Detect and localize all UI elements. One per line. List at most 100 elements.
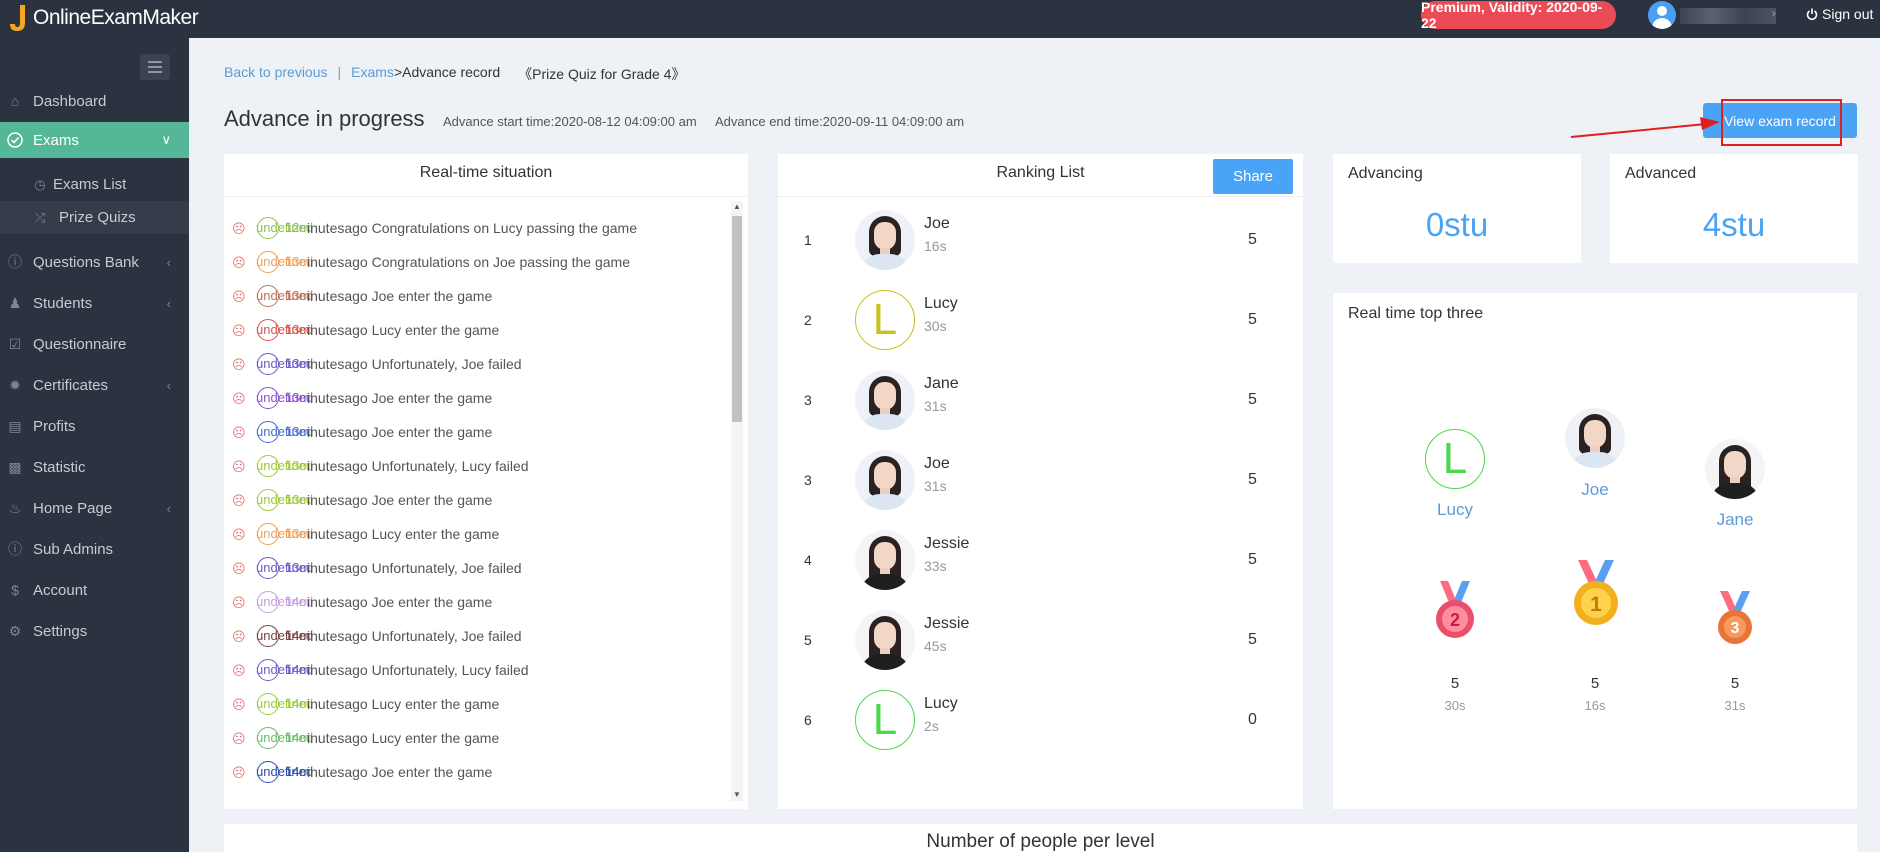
- ranking-row[interactable]: 1 Joe 16s 5: [778, 200, 1303, 280]
- medal-number: 2: [1450, 610, 1460, 630]
- sidebar-item-sub-admins[interactable]: ⓘ Sub Admins: [0, 531, 189, 567]
- log-text: inutesago Lucy enter the game: [307, 322, 500, 338]
- realtime-log-list[interactable]: ☹ undefined 12m inutesago Congratulations o…: [224, 214, 729, 804]
- avatar: [855, 450, 915, 510]
- sidebar-subitem-label: Prize Quizs: [59, 209, 136, 226]
- rank-score: 5: [1248, 311, 1257, 328]
- top-three-third-name: Jane: [1716, 510, 1754, 529]
- sad-face-icon: ☹: [232, 697, 246, 712]
- avatar: L: [855, 690, 915, 750]
- log-text: inutesago Joe enter the game: [307, 390, 493, 406]
- log-row: ☹ undefined 14m inutesago Lucy enter the ga…: [224, 690, 729, 718]
- sidebar-item-label: Statistic: [33, 458, 86, 476]
- rank-position: 3: [804, 472, 812, 488]
- sidebar-item-label: Sub Admins: [33, 540, 114, 558]
- sidebar-item-exams[interactable]: Exams ∨: [0, 122, 189, 158]
- sidebar-subitem-label: Exams List: [53, 176, 127, 193]
- sidebar-item-students[interactable]: ♟ Students ‹: [0, 285, 189, 321]
- sidebar-item-questionnaire[interactable]: ☑ Questionnaire: [0, 326, 189, 362]
- menu-toggle-icon[interactable]: [140, 54, 170, 80]
- advanced-card: Advanced 4stu: [1610, 154, 1858, 263]
- sidebar-item-label: Profits: [33, 417, 76, 435]
- sad-face-icon: ☹: [232, 595, 246, 610]
- sidebar-item-questions-bank[interactable]: ⓘ Questions Bank ‹: [0, 244, 189, 280]
- scroll-up-icon[interactable]: ▲: [733, 202, 741, 211]
- ranking-row[interactable]: 4 Jessie 33s 5: [778, 520, 1303, 600]
- log-row: ☹ undefined 13m inutesago Unfortunately, Jo…: [224, 350, 729, 378]
- sidebar-subitem-prize-quizs[interactable]: ⤮ Prize Quizs: [0, 201, 189, 234]
- chevron-left-icon: ‹: [166, 254, 171, 270]
- sad-face-icon: ☹: [232, 561, 246, 576]
- medal-silver-icon: 2: [1436, 581, 1474, 638]
- rank-name: Lucy: [924, 695, 958, 712]
- sidebar-item-profits[interactable]: ▤ Profits: [0, 408, 189, 444]
- sidebar-item-home-page[interactable]: ♨ Home Page ‹: [0, 490, 189, 526]
- advance-end-time: Advance end time:2020-09-11 04:09:00 am: [715, 114, 965, 129]
- sidebar-subitem-exams-list[interactable]: ◷ Exams List: [0, 168, 189, 201]
- ranking-row[interactable]: 3 Joe 31s 5: [778, 440, 1303, 520]
- sidebar-item-settings[interactable]: ⚙ Settings: [0, 613, 189, 649]
- avatar-first: [1565, 408, 1625, 468]
- avatar: [855, 370, 915, 430]
- log-row: ☹ undefined 13m inutesago Joe enter the gam…: [224, 384, 729, 412]
- user-name-redacted[interactable]: [1680, 8, 1776, 24]
- log-row: ☹ undefined 13m inutesago Unfortunately, Jo…: [224, 554, 729, 582]
- scrollbar-thumb[interactable]: [732, 216, 742, 422]
- log-text: inutesago Joe enter the game: [307, 764, 493, 780]
- logo[interactable]: OnlineExamMaker: [8, 2, 199, 34]
- rank-time: 31s: [924, 478, 947, 494]
- share-button[interactable]: Share: [1213, 159, 1293, 194]
- rank-position: 2: [804, 312, 812, 328]
- rank-score: 5: [1248, 471, 1257, 488]
- avatar: [855, 530, 915, 590]
- top-three-second-name: Lucy: [1437, 500, 1473, 519]
- top-three-third-time: 31s: [1724, 698, 1746, 713]
- top-three-third-score: 5: [1730, 675, 1740, 692]
- sad-face-icon: ☹: [232, 765, 246, 780]
- breadcrumb: Back to previous | Exams >Advance record…: [224, 64, 685, 84]
- rank-score: 5: [1248, 631, 1257, 648]
- log-text: inutesago Congratulations on Lucy passin…: [307, 220, 637, 236]
- sad-face-icon: ☹: [232, 459, 246, 474]
- rank-score: 5: [1248, 391, 1257, 408]
- home-page-icon: ♨: [8, 499, 22, 516]
- log-text: inutesago Lucy enter the game: [307, 526, 500, 542]
- sidebar-item-certificates[interactable]: ✹ Certificates ‹: [0, 367, 189, 403]
- ranking-row[interactable]: 2 L Lucy 30s 5: [778, 280, 1303, 360]
- breadcrumb-back-link[interactable]: Back to previous: [224, 64, 328, 84]
- advancing-card: Advancing 0stu: [1333, 154, 1581, 263]
- sad-face-icon: ☹: [232, 425, 246, 440]
- sidebar-item-account[interactable]: $ Account: [0, 572, 189, 608]
- sad-face-icon: ☹: [232, 357, 246, 372]
- log-row: ☹ undefined 13m inutesago Congratulations o…: [224, 248, 729, 276]
- rank-position: 6: [804, 712, 812, 728]
- sidebar-item-dashboard[interactable]: ⌂ Dashboard: [0, 83, 189, 119]
- breadcrumb-exams-link[interactable]: Exams: [351, 64, 394, 84]
- sad-face-icon: ☹: [232, 493, 246, 508]
- chevron-down-icon[interactable]: ›: [1772, 8, 1776, 20]
- chevron-left-icon: ‹: [166, 500, 171, 516]
- ranking-row[interactable]: 3 Jane 31s 5: [778, 360, 1303, 440]
- ranking-row[interactable]: 5 Jessie 45s 5: [778, 600, 1303, 680]
- user-avatar[interactable]: [1648, 1, 1676, 29]
- user-icon: ♟: [8, 294, 22, 311]
- premium-badge[interactable]: Premium, Validity: 2020-09-22: [1421, 0, 1616, 31]
- sidebar-item-statistic[interactable]: ▩ Statistic: [0, 449, 189, 485]
- realtime-title: Real-time situation: [419, 164, 553, 181]
- rank-position: 4: [804, 552, 812, 568]
- log-row: ☹ undefined 13m inutesago Lucy enter the ga…: [224, 520, 729, 548]
- rank-name: Lucy: [924, 295, 958, 312]
- sign-out-button[interactable]: Sign out: [1806, 6, 1873, 22]
- rank-name: Joe: [924, 455, 950, 472]
- rank-name: Jessie: [924, 535, 970, 552]
- log-row: ☹ undefined 14m inutesago Joe enter the gam…: [224, 588, 729, 616]
- rank-score: 0: [1248, 711, 1257, 728]
- log-text: inutesago Unfortunately, Lucy failed: [307, 662, 529, 678]
- scroll-down-icon[interactable]: ▼: [733, 790, 741, 799]
- advanced-label: Advanced: [1625, 165, 1697, 182]
- ranking-row[interactable]: 6 L Lucy 2s 0: [778, 680, 1303, 760]
- sad-face-icon: ☹: [232, 289, 246, 304]
- avatar: [855, 610, 915, 670]
- log-row: ☹ undefined 13m inutesago Joe enter the gam…: [224, 418, 729, 446]
- badge-icon: ✹: [9, 376, 21, 393]
